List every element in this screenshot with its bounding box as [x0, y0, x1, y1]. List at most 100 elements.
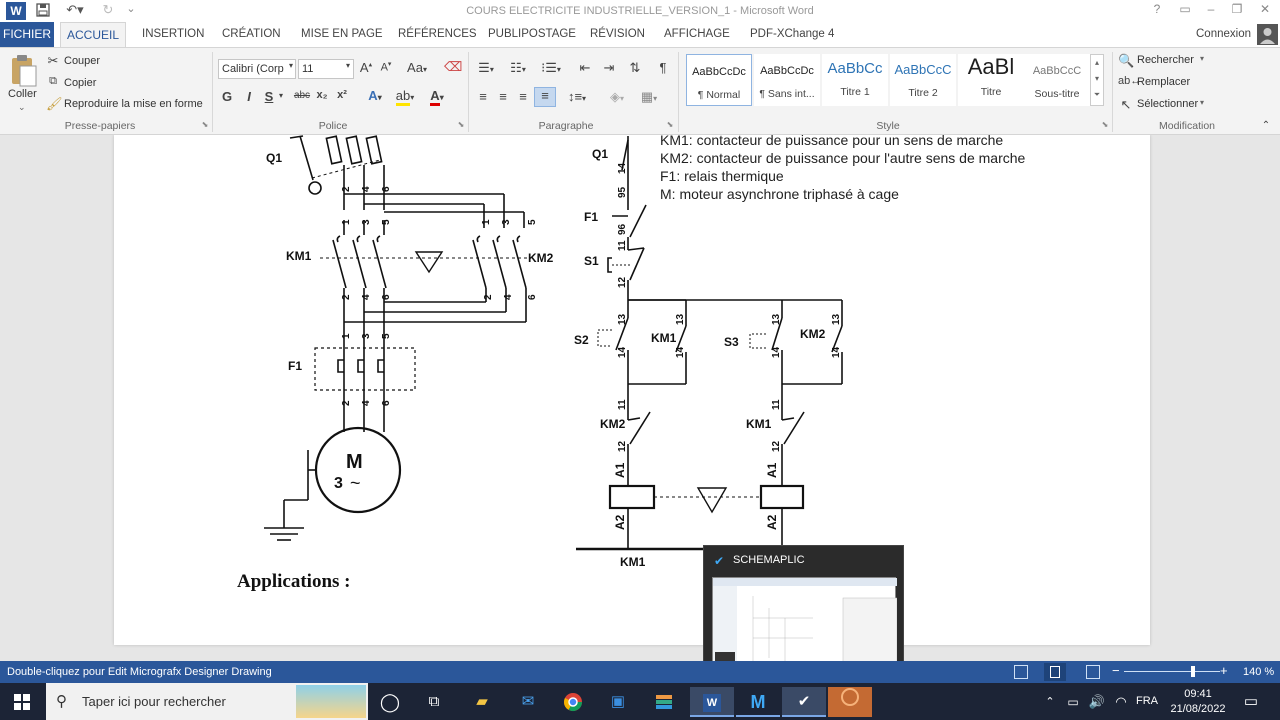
mail-icon[interactable]: ✉ [508, 687, 548, 717]
numbering-icon[interactable]: ☷▾ [506, 60, 530, 76]
tab-references[interactable]: RÉFÉRENCES [398, 28, 477, 40]
minimize-button[interactable]: – [1198, 2, 1224, 20]
decrease-indent-icon[interactable]: ⇤ [576, 60, 594, 76]
schematic-drawing[interactable]: Q1 KM1 KM2 F1 M 3 ~ Q1 F1 S1 S2 S3 KM1 K… [114, 135, 1150, 645]
shrink-font-icon[interactable]: A▾ [378, 60, 394, 74]
wifi-icon[interactable]: ◠ [1110, 687, 1132, 717]
sort-icon[interactable]: ⇅ [626, 60, 644, 76]
tab-accueil[interactable]: ACCUEIL [60, 22, 126, 48]
recorder-icon[interactable] [828, 687, 872, 717]
collapse-ribbon-icon[interactable]: ⌃ [1260, 120, 1272, 131]
taskbar-preview[interactable]: ✔ SCHEMAPLIC [703, 545, 904, 679]
find-button[interactable]: Rechercher [1137, 54, 1194, 66]
file-explorer-icon[interactable]: ▰ [462, 687, 502, 717]
chevron-up-icon[interactable]: ⌃ [1040, 687, 1060, 717]
volume-icon[interactable]: 🔊 [1086, 687, 1108, 717]
dialog-launcher-icon[interactable]: ⬊ [1100, 120, 1110, 129]
style-normal[interactable]: AaBbCcDc ¶ Normal [686, 54, 752, 106]
paste-dropdown-icon[interactable]: ⌄ [18, 102, 26, 113]
style-heading-2[interactable]: AaBbCcC Titre 2 [890, 54, 956, 106]
strikethrough-button[interactable]: abc [291, 90, 313, 101]
chevron-down-icon[interactable]: ▾ [276, 91, 286, 100]
cortana-icon[interactable]: ◯ [370, 687, 410, 717]
task-view-icon[interactable]: ⧉ [414, 687, 454, 717]
select-button[interactable]: Sélectionner [1137, 98, 1198, 110]
close-button[interactable]: ✕ [1252, 2, 1278, 20]
dialog-launcher-icon[interactable]: ⬊ [456, 120, 466, 129]
underline-button[interactable]: S [262, 89, 276, 104]
schemaplic-taskbar-icon[interactable]: ✔ [782, 687, 826, 717]
clear-formatting-icon[interactable]: ⌫ [444, 59, 462, 75]
bold-button[interactable]: G [220, 89, 234, 104]
align-left-icon[interactable]: ≡ [474, 89, 492, 104]
format-painter-button[interactable]: Reproduire la mise en forme [64, 98, 203, 110]
justify-icon[interactable]: ≡ [534, 87, 556, 107]
bullets-icon[interactable]: ☰▾ [474, 60, 498, 76]
chevron-down-icon[interactable]: ▾ [1200, 98, 1204, 107]
paste-icon[interactable] [8, 54, 38, 90]
style-heading-1[interactable]: AaBbCc Titre 1 [822, 54, 888, 106]
user-avatar[interactable] [1257, 24, 1278, 45]
zoom-in-button[interactable]: + [1220, 663, 1228, 678]
zoom-slider-thumb[interactable] [1191, 666, 1196, 677]
italic-button[interactable]: I [242, 89, 256, 104]
clock[interactable]: 09:41 21/08/2022 [1170, 687, 1226, 717]
language-indicator[interactable]: FRA [1136, 695, 1158, 707]
shading-icon[interactable]: ◈▾ [604, 89, 630, 105]
dialog-launcher-icon[interactable]: ⬊ [665, 120, 675, 129]
align-center-icon[interactable]: ≡ [494, 89, 512, 104]
copy-button[interactable]: Copier [64, 77, 96, 89]
increase-indent-icon[interactable]: ⇥ [600, 60, 618, 76]
document-page[interactable]: KM1: contacteur de puissance pour un sen… [114, 135, 1150, 645]
zoom-level[interactable]: 140 % [1243, 666, 1274, 678]
search-box[interactable]: ⚲ Taper ici pour rechercher [46, 683, 368, 720]
highlight-icon[interactable]: ab▾ [392, 88, 418, 106]
line-spacing-icon[interactable]: ↕≡▾ [564, 89, 590, 104]
tab-affichage[interactable]: AFFICHAGE [664, 28, 730, 40]
paste-button[interactable]: Coller [8, 88, 37, 100]
replace-button[interactable]: Remplacer [1137, 76, 1190, 88]
align-right-icon[interactable]: ≡ [514, 89, 532, 104]
signin-link[interactable]: Connexion [1196, 28, 1251, 40]
chevron-down-icon[interactable]: ▾ [1200, 54, 1204, 63]
font-name-combo[interactable]: Calibri (Corp [218, 59, 296, 79]
style-subtitle[interactable]: AaBbCcC Sous-titre [1024, 54, 1090, 106]
grow-font-icon[interactable]: A▴ [358, 60, 374, 75]
word-taskbar-icon[interactable]: W [690, 687, 734, 717]
help-icon[interactable]: ? [1144, 2, 1170, 20]
chrome-icon[interactable] [553, 687, 593, 717]
tab-mise-en-page[interactable]: MISE EN PAGE [301, 28, 383, 40]
read-mode-icon[interactable] [1014, 665, 1028, 679]
borders-icon[interactable]: ▦▾ [636, 89, 662, 105]
print-layout-icon[interactable] [1044, 663, 1066, 681]
pilcrow-icon[interactable]: ¶ [654, 60, 672, 75]
style-no-spacing[interactable]: AaBbCcDc ¶ Sans int... [754, 54, 820, 106]
notifications-icon[interactable]: ▭ [1236, 687, 1266, 717]
micrografx-icon[interactable]: M [736, 687, 780, 717]
store-icon[interactable]: ▣ [598, 687, 638, 717]
style-title[interactable]: AaBl Titre [958, 54, 1024, 106]
tab-revision[interactable]: RÉVISION [590, 28, 645, 40]
windows-start-icon[interactable] [2, 687, 42, 717]
text-effects-icon[interactable]: A▾ [362, 88, 388, 103]
superscript-button[interactable]: x² [334, 89, 350, 101]
dialog-launcher-icon[interactable]: ⬊ [200, 120, 210, 129]
stack-app-icon[interactable] [644, 687, 684, 717]
font-color-icon[interactable]: A▾ [424, 88, 450, 106]
maximize-button[interactable]: ❐ [1224, 2, 1250, 20]
ribbon-display-icon[interactable]: ▭ [1172, 2, 1198, 20]
multilevel-list-icon[interactable]: ⁝☰▾ [538, 60, 564, 76]
tab-creation[interactable]: CRÉATION [222, 28, 281, 40]
battery-icon[interactable]: ▭ [1062, 687, 1084, 717]
styles-scroll[interactable]: ▴ ▾ ⏷ [1090, 54, 1104, 106]
zoom-out-button[interactable]: − [1112, 663, 1120, 678]
zoom-slider[interactable] [1124, 671, 1220, 672]
tab-insertion[interactable]: INSERTION [142, 28, 204, 40]
web-layout-icon[interactable] [1086, 665, 1100, 679]
chevron-down-icon[interactable]: ▾ [343, 61, 353, 70]
tab-publipostage[interactable]: PUBLIPOSTAGE [488, 28, 576, 40]
change-case-icon[interactable]: Aa▾ [404, 60, 430, 75]
chevron-down-icon[interactable]: ▾ [286, 61, 296, 70]
subscript-button[interactable]: x₂ [314, 89, 330, 101]
tab-fichier[interactable]: FICHIER [0, 22, 54, 47]
